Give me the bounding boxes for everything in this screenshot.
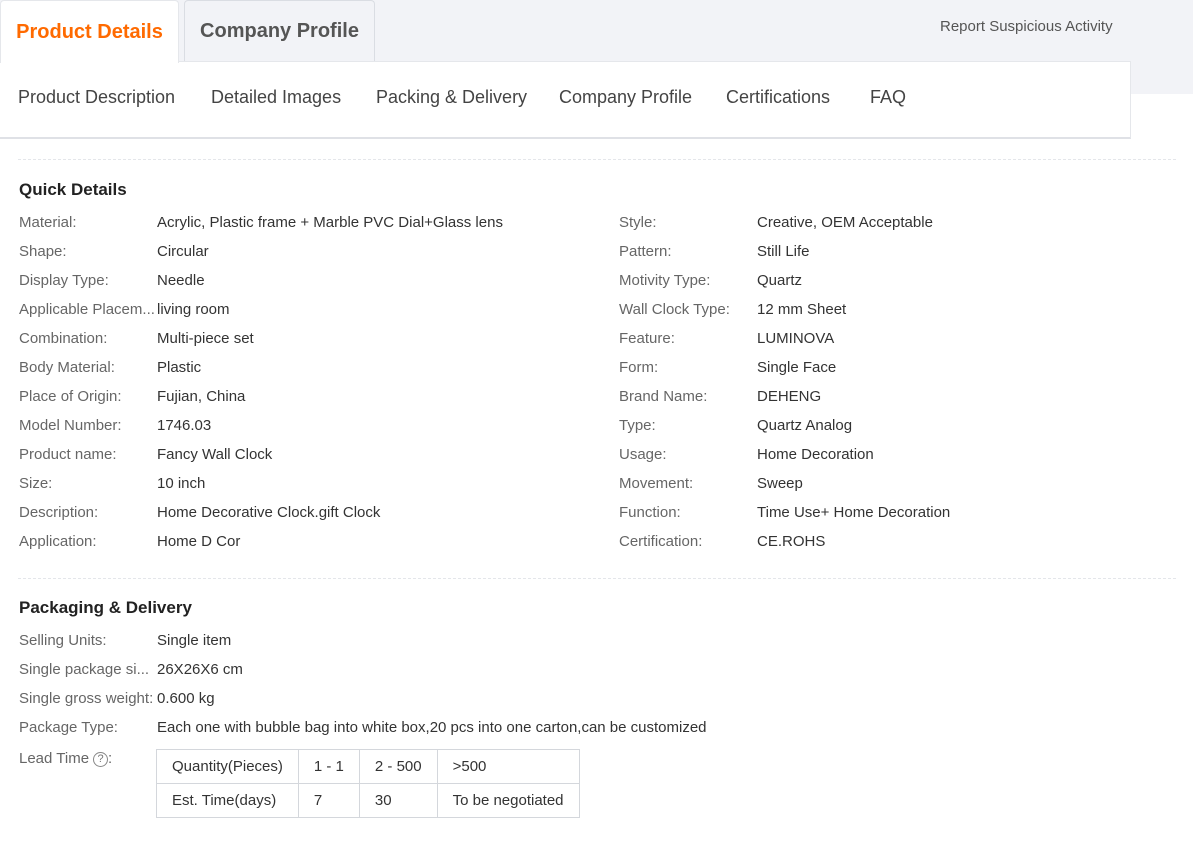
attribute-value: LUMINOVA (757, 330, 835, 347)
attribute-label: Single gross weight: (19, 690, 154, 707)
attribute-value: 0.600 kg (157, 690, 215, 707)
nav-company-profile[interactable]: Company Profile (559, 87, 692, 108)
attribute-value: Quartz (757, 272, 803, 289)
attribute-value: living room (157, 301, 230, 318)
attribute-value: Single item (157, 632, 232, 649)
attribute-label: Function: (619, 504, 681, 521)
attribute-label: Place of Origin: (19, 388, 122, 405)
table-cell: 7 (297, 783, 360, 818)
nav-packing-delivery[interactable]: Packing & Delivery (376, 87, 527, 108)
attribute-value: Acrylic, Plastic frame + Marble PVC Dial… (157, 214, 503, 231)
lead-time-text: Lead Time (19, 750, 90, 767)
tab-company-profile[interactable]: Company Profile (184, 0, 375, 62)
attribute-label: Form: (619, 359, 659, 376)
attribute-value: Fujian, China (157, 388, 246, 405)
attribute-value: Home Decoration (757, 446, 874, 463)
attribute-label: Selling Units: (19, 632, 107, 649)
attribute-value: Needle (157, 272, 205, 289)
attribute-label: Model Number: (19, 417, 122, 434)
table-row: Est. Time(days) 7 30 To be negotiated (156, 783, 580, 818)
table-cell: Est. Time(days) (156, 783, 299, 818)
attribute-label: Body Material: (19, 359, 115, 376)
attribute-label: Display Type: (19, 272, 109, 289)
attribute-label: Single package si... (19, 661, 150, 678)
table-cell: >500 (436, 749, 580, 784)
attribute-value: Each one with bubble bag into white box,… (157, 719, 707, 736)
attribute-label: Feature: (619, 330, 675, 347)
nav-detailed-images[interactable]: Detailed Images (211, 87, 341, 108)
attribute-label: Description: (19, 504, 99, 521)
attribute-value: 10 inch (157, 475, 206, 492)
attribute-value: Circular (157, 243, 209, 260)
attribute-value: Home D Cor (157, 533, 241, 550)
table-cell: 1 - 1 (297, 749, 360, 784)
attribute-label: Style: (619, 214, 657, 231)
attribute-label: Usage: (619, 446, 667, 463)
divider (18, 578, 1176, 579)
attribute-value: DEHENG (757, 388, 822, 405)
tab-product-details[interactable]: Product Details (0, 0, 179, 63)
attribute-label: Brand Name: (619, 388, 708, 405)
attribute-value: Single Face (757, 359, 837, 376)
question-circle-icon[interactable]: ? (93, 751, 109, 767)
attribute-label: Motivity Type: (619, 272, 711, 289)
attribute-label: Size: (19, 475, 53, 492)
lead-time-table: Quantity(Pieces) 1 - 1 2 - 500 >500 Est.… (156, 749, 580, 818)
report-suspicious-activity-link[interactable]: Report Suspicious Activity (940, 18, 1113, 35)
attribute-label: Package Type: (19, 719, 118, 736)
attribute-value: CE.ROHS (757, 533, 826, 550)
attribute-label: Product name: (19, 446, 117, 463)
nav-product-description[interactable]: Product Description (18, 87, 175, 108)
attribute-value: Plastic (157, 359, 202, 376)
attribute-label: Application: (19, 533, 97, 550)
attribute-label: Wall Clock Type: (619, 301, 730, 318)
nav-faq[interactable]: FAQ (870, 87, 906, 108)
table-row: Quantity(Pieces) 1 - 1 2 - 500 >500 (156, 749, 580, 784)
attribute-label: Type: (619, 417, 656, 434)
table-cell: 30 (358, 783, 438, 818)
attribute-value: Sweep (757, 475, 803, 492)
attribute-value: 26X26X6 cm (157, 661, 243, 678)
attribute-label: Shape: (19, 243, 67, 260)
attribute-label: Material: (19, 214, 77, 231)
attribute-value: Still Life (757, 243, 810, 260)
attribute-label: Pattern: (619, 243, 672, 260)
attribute-label: Movement: (619, 475, 694, 492)
lead-time-label: Lead Time?: (19, 750, 112, 767)
attribute-label: Applicable Placem... (19, 301, 155, 318)
nav-certifications[interactable]: Certifications (726, 87, 830, 108)
attribute-label: Certification: (619, 533, 703, 550)
attribute-value: Creative, OEM Acceptable (757, 214, 933, 231)
table-cell: To be negotiated (436, 783, 580, 818)
sub-navigation: Product Description Detailed Images Pack… (0, 61, 1131, 139)
table-cell: Quantity(Pieces) (156, 749, 299, 784)
lead-time-colon: : (108, 750, 113, 767)
packaging-delivery-title: Packaging & Delivery (19, 598, 192, 617)
attribute-value: Time Use+ Home Decoration (757, 504, 951, 521)
attribute-label: Combination: (19, 330, 108, 347)
attribute-value: 1746.03 (157, 417, 212, 434)
attribute-value: 12 mm Sheet (757, 301, 847, 318)
divider (18, 159, 1176, 160)
attribute-value: Multi-piece set (157, 330, 254, 347)
attribute-value: Quartz Analog (757, 417, 853, 434)
attribute-value: Fancy Wall Clock (157, 446, 273, 463)
quick-details-title: Quick Details (19, 180, 127, 199)
attribute-value: Home Decorative Clock.gift Clock (157, 504, 381, 521)
table-cell: 2 - 500 (358, 749, 438, 784)
